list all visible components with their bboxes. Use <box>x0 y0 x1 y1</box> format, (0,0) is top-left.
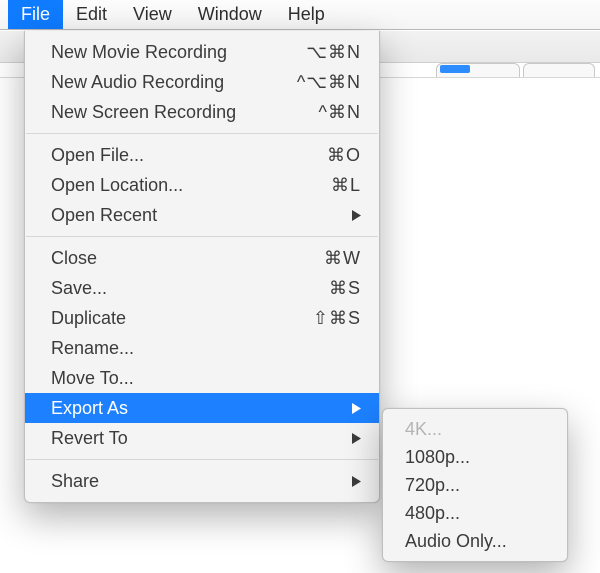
submenu-item-label: 720p... <box>405 475 460 496</box>
export-as-submenu: 4K... 1080p... 720p... 480p... Audio Onl… <box>382 408 568 562</box>
menu-item-shortcut: ⌘L <box>331 175 361 196</box>
menu-item-revert-to[interactable]: Revert To <box>25 423 379 453</box>
submenu-item-label: 480p... <box>405 503 460 524</box>
menu-item-label: Rename... <box>51 338 361 359</box>
menu-item-label: Duplicate <box>51 308 301 329</box>
menubar-item-file[interactable]: File <box>8 0 63 29</box>
menubar-item-label: Edit <box>76 4 107 25</box>
menu-separator <box>26 133 378 134</box>
submenu-item-4k: 4K... <box>383 415 567 443</box>
menu-item-label: Close <box>51 248 312 269</box>
menubar-item-label: Help <box>288 4 325 25</box>
menu-item-new-screen-recording[interactable]: New Screen Recording ^⌘N <box>25 97 379 127</box>
menubar-item-label: View <box>133 4 172 25</box>
menu-item-label: Move To... <box>51 368 361 389</box>
submenu-item-480p[interactable]: 480p... <box>383 499 567 527</box>
menu-item-save[interactable]: Save... ⌘S <box>25 273 379 303</box>
menu-item-label: Open Location... <box>51 175 319 196</box>
menu-item-shortcut: ⌘W <box>324 248 361 269</box>
menubar-item-view[interactable]: View <box>120 0 185 29</box>
submenu-item-audio-only[interactable]: Audio Only... <box>383 527 567 555</box>
menu-item-shortcut: ^⌘N <box>319 102 361 123</box>
menubar-item-edit[interactable]: Edit <box>63 0 120 29</box>
menubar-item-label: Window <box>198 4 262 25</box>
submenu-item-1080p[interactable]: 1080p... <box>383 443 567 471</box>
submenu-item-720p[interactable]: 720p... <box>383 471 567 499</box>
menu-item-move-to[interactable]: Move To... <box>25 363 379 393</box>
menu-item-share[interactable]: Share <box>25 466 379 496</box>
menu-item-label: New Screen Recording <box>51 102 307 123</box>
menu-separator <box>26 459 378 460</box>
menu-item-label: Share <box>51 471 339 492</box>
menu-item-duplicate[interactable]: Duplicate ⇧⌘S <box>25 303 379 333</box>
menu-item-shortcut: ⌘O <box>327 145 361 166</box>
menubar-item-window[interactable]: Window <box>185 0 275 29</box>
menu-item-rename[interactable]: Rename... <box>25 333 379 363</box>
menu-separator <box>26 236 378 237</box>
menu-item-label: Revert To <box>51 428 339 449</box>
menu-item-label: New Movie Recording <box>51 42 294 63</box>
chevron-right-icon <box>351 433 361 444</box>
menu-item-label: Open File... <box>51 145 315 166</box>
menu-item-new-movie-recording[interactable]: New Movie Recording ⌥⌘N <box>25 37 379 67</box>
menu-item-open-file[interactable]: Open File... ⌘O <box>25 140 379 170</box>
chevron-right-icon <box>351 403 361 414</box>
chevron-right-icon <box>351 210 361 221</box>
file-menu: New Movie Recording ⌥⌘N New Audio Record… <box>24 31 380 503</box>
menu-item-shortcut: ⌘S <box>329 278 361 299</box>
menu-item-open-recent[interactable]: Open Recent <box>25 200 379 230</box>
menubar-item-label: File <box>21 4 50 25</box>
chevron-right-icon <box>351 476 361 487</box>
menu-item-label: Open Recent <box>51 205 339 226</box>
menu-item-shortcut: ⇧⌘S <box>313 308 361 329</box>
menu-item-label: Export As <box>51 398 339 419</box>
menubar-item-help[interactable]: Help <box>275 0 338 29</box>
menu-item-label: Save... <box>51 278 317 299</box>
submenu-item-label: Audio Only... <box>405 531 507 552</box>
submenu-item-label: 4K... <box>405 419 442 440</box>
menu-item-shortcut: ⌥⌘N <box>306 42 361 63</box>
menu-item-open-location[interactable]: Open Location... ⌘L <box>25 170 379 200</box>
menubar: File Edit View Window Help <box>0 0 600 30</box>
menubar-leading <box>0 0 8 29</box>
menu-item-export-as[interactable]: Export As <box>25 393 379 423</box>
submenu-item-label: 1080p... <box>405 447 470 468</box>
menu-item-new-audio-recording[interactable]: New Audio Recording ^⌥⌘N <box>25 67 379 97</box>
menu-item-shortcut: ^⌥⌘N <box>297 72 361 93</box>
menu-item-close[interactable]: Close ⌘W <box>25 243 379 273</box>
menu-item-label: New Audio Recording <box>51 72 285 93</box>
